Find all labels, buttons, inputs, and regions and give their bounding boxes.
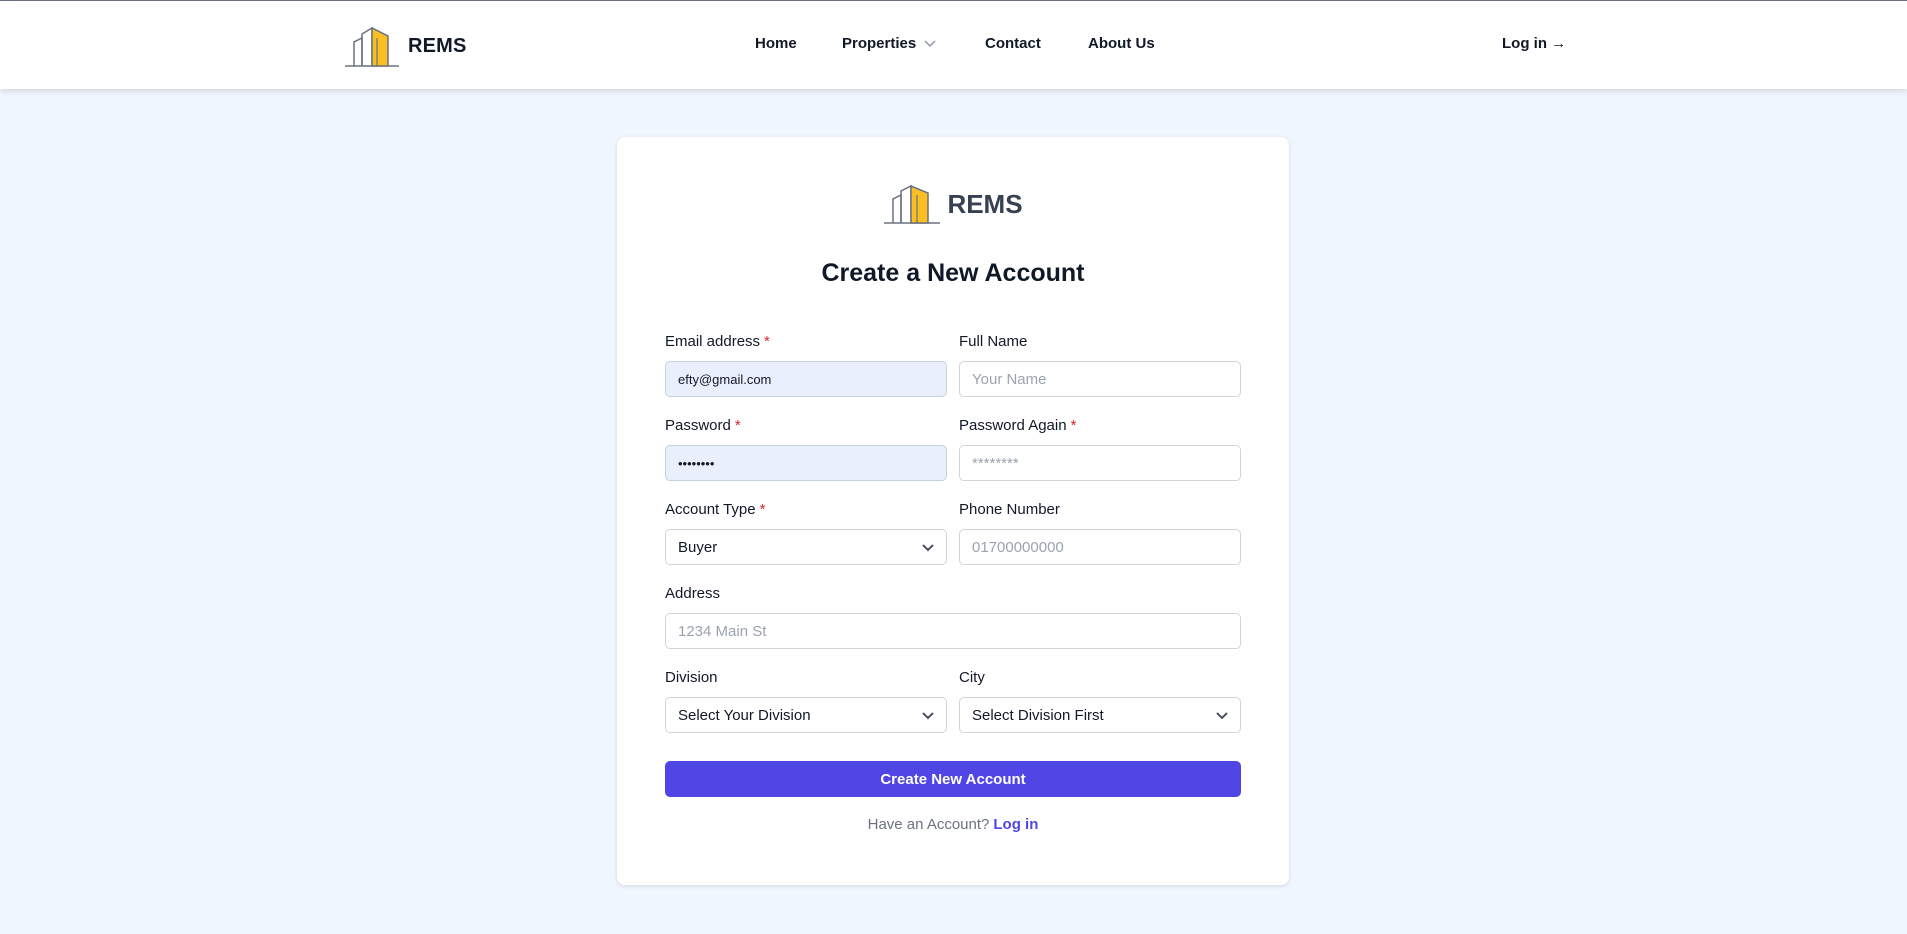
password-again-label: Password Again * [959,417,1076,434]
required-marker: * [759,501,766,518]
account-type-label-text: Account Type [665,501,756,518]
email-label-text: Email address [665,333,761,350]
city-value: Select Division First [972,706,1104,724]
required-marker: * [734,417,741,434]
nav-about-label: About Us [1088,35,1155,52]
nav-home-label: Home [755,35,797,52]
main-nav: Home Properties Contact About Us [0,1,1907,89]
password-field[interactable]: •••••••• [665,445,947,481]
header-login-link[interactable]: Log in → [1502,35,1566,52]
address-field[interactable]: 1234 Main St [665,613,1241,649]
chevron-down-icon [922,539,934,556]
full-name-placeholder: Your Name [972,370,1047,388]
create-account-button[interactable]: Create New Account [665,761,1241,797]
required-marker: * [1070,417,1077,434]
city-label: City [959,669,985,686]
login-link[interactable]: Log in [993,816,1038,833]
building-logo-icon [884,184,941,224]
nav-contact[interactable]: Contact [985,35,1041,52]
address-label: Address [665,585,720,602]
full-name-label-text: Full Name [959,333,1028,350]
login-prompt: Have an Account? Log in [617,816,1289,833]
password-again-label-text: Password Again [959,417,1067,434]
account-type-label: Account Type * [665,501,765,518]
account-type-select[interactable]: Buyer [665,529,947,565]
create-account-button-label: Create New Account [880,770,1026,788]
division-label-text: Division [665,669,718,686]
required-marker: * [764,333,770,350]
email-field[interactable]: efty@gmail.com [665,361,947,397]
full-name-label: Full Name [959,333,1027,350]
chevron-down-icon [924,35,936,52]
division-select[interactable]: Select Your Division [665,697,947,733]
chevron-down-icon [922,707,934,724]
signup-card: REMS Create a New Account Email address *… [617,137,1289,885]
city-label-text: City [959,669,985,686]
nav-about-us[interactable]: About Us [1088,35,1155,52]
password-again-placeholder: ******** [972,454,1019,472]
top-navbar: REMS Home Properties Contact About Us Lo… [0,1,1907,89]
nav-properties-label: Properties [842,35,917,52]
phone-label: Phone Number [959,501,1060,518]
account-type-value: Buyer [678,538,718,556]
login-prompt-text: Have an Account? [867,816,990,833]
division-label: Division [665,669,718,686]
chevron-down-icon [1216,707,1228,724]
card-logo: REMS [617,183,1289,225]
address-placeholder: 1234 Main St [678,622,767,640]
city-select[interactable]: Select Division First [959,697,1241,733]
password-again-field[interactable]: ******** [959,445,1241,481]
full-name-field[interactable]: Your Name [959,361,1241,397]
phone-label-text: Phone Number [959,501,1060,518]
email-value: efty@gmail.com [678,371,772,387]
nav-properties-dropdown[interactable]: Properties [842,35,936,52]
password-label-text: Password [665,417,731,434]
address-label-text: Address [665,585,721,602]
division-value: Select Your Division [678,706,811,724]
page-title: Create a New Account [821,259,1085,287]
nav-contact-label: Contact [985,35,1041,52]
card-logo-name: REMS [947,188,1023,219]
nav-home[interactable]: Home [755,35,797,52]
phone-field[interactable]: 01700000000 [959,529,1241,565]
phone-placeholder: 01700000000 [972,538,1064,556]
password-value: •••••••• [678,455,715,471]
password-label: Password * [665,417,741,434]
email-label: Email address * [665,333,770,350]
